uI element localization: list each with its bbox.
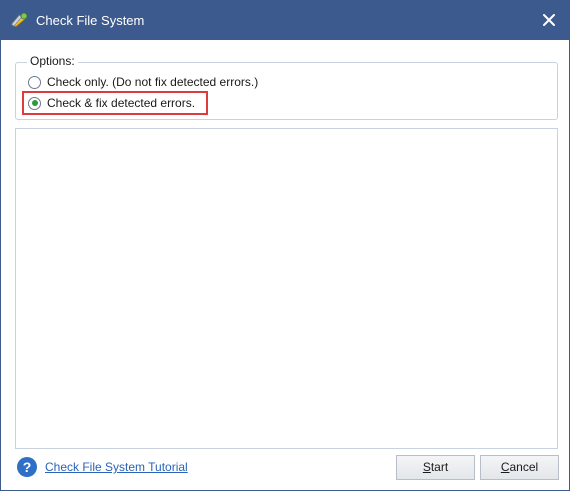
start-button-mnemonic: S [422, 460, 431, 474]
radio-check-only[interactable]: Check only. (Do not fix detected errors.… [28, 73, 258, 91]
close-button[interactable] [529, 1, 569, 40]
tutorial-link[interactable]: Check File System Tutorial [45, 460, 188, 474]
radio-check-and-fix[interactable]: Check & fix detected errors. [28, 94, 195, 112]
radio-button-check-and-fix[interactable] [28, 96, 41, 110]
start-button[interactable]: Start [396, 455, 475, 480]
results-log-area[interactable] [15, 128, 558, 449]
options-legend: Options: [27, 54, 78, 68]
question-icon[interactable]: ? [17, 457, 37, 477]
close-icon [543, 14, 555, 26]
start-button-label: tart [430, 460, 449, 474]
radio-label-check-only: Check only. (Do not fix detected errors.… [47, 75, 259, 89]
options-group: Options: Check only. (Do not fix detecte… [15, 54, 558, 120]
window-title: Check File System [36, 13, 145, 28]
check-file-system-dialog: Check File System Options: Check only. (… [0, 0, 570, 491]
wrench-pencil-icon [9, 10, 31, 32]
cancel-button-label: ancel [509, 460, 539, 474]
radio-button-check-only[interactable] [28, 75, 41, 89]
title-bar[interactable]: Check File System [1, 1, 569, 40]
radio-label-check-and-fix: Check & fix detected errors. [47, 96, 196, 110]
cancel-button[interactable]: Cancel [480, 455, 559, 480]
